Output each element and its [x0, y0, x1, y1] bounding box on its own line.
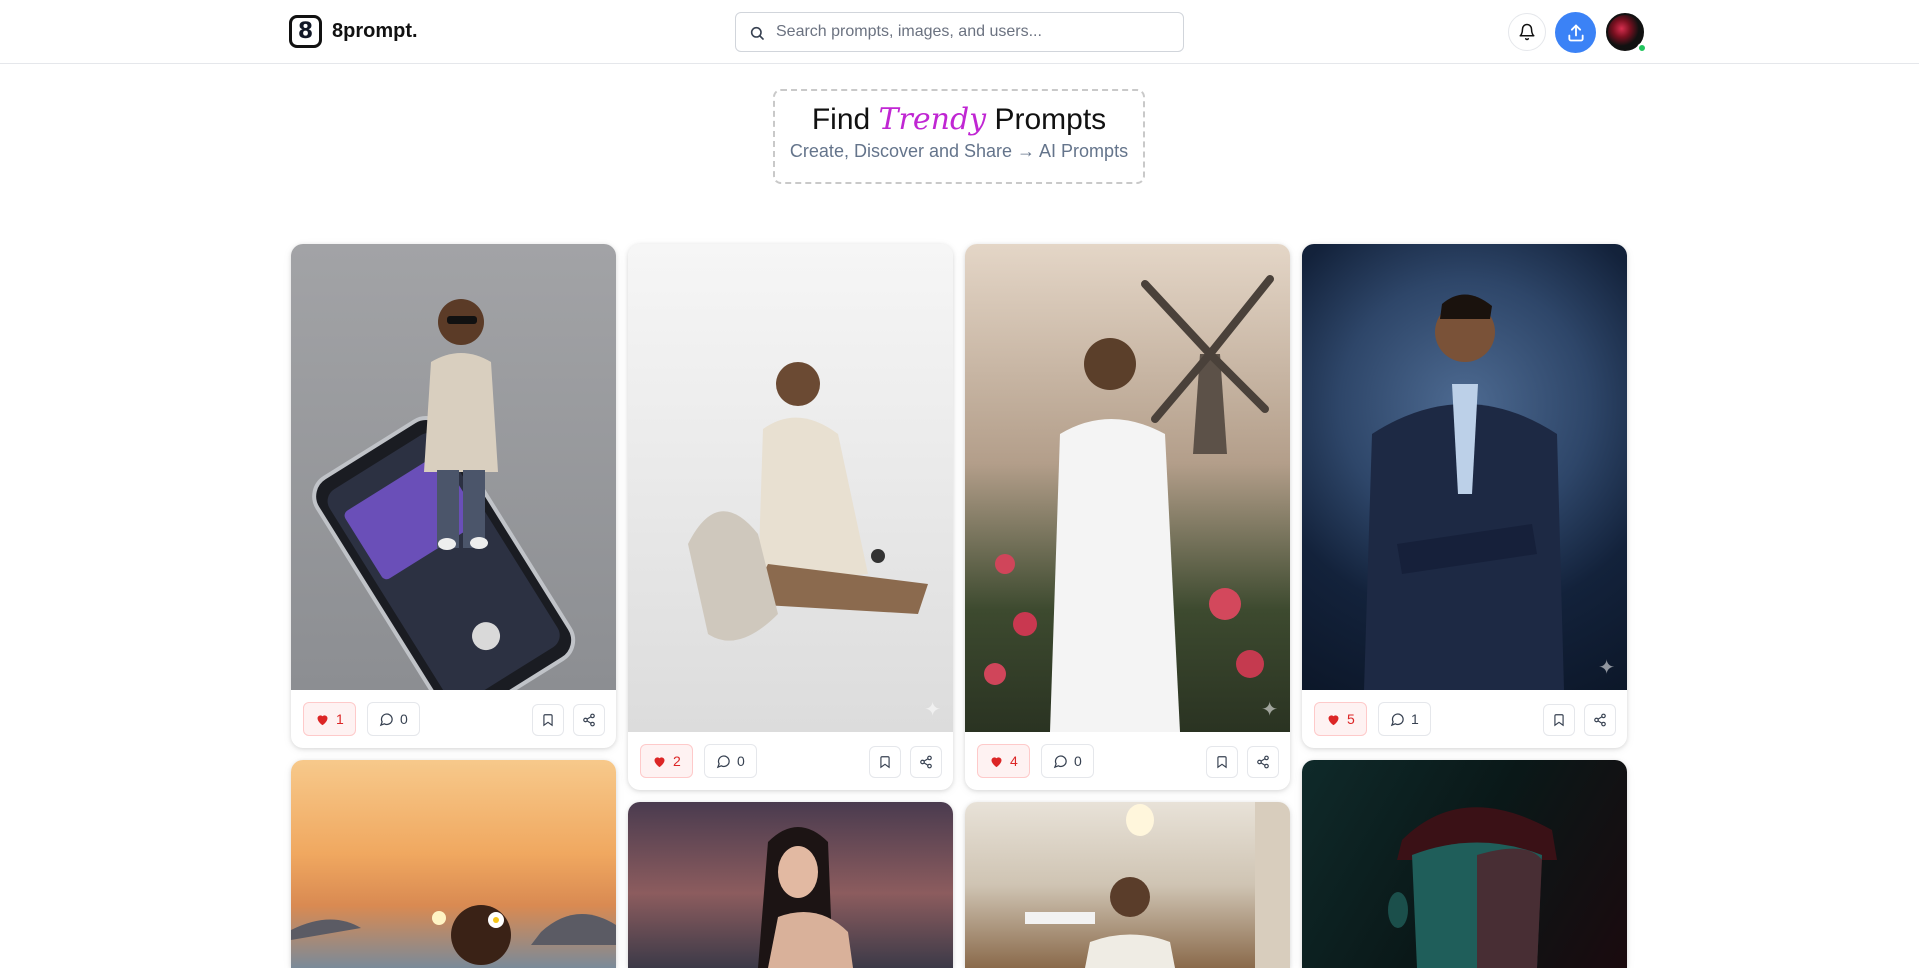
- sparkle-icon: ✦: [1261, 699, 1278, 721]
- prompt-image-art: [984, 275, 1274, 732]
- comment-icon: [716, 754, 730, 768]
- comment-icon: [379, 712, 393, 726]
- bookmark-icon: [1554, 714, 1564, 727]
- bookmark-icon: [880, 756, 890, 769]
- search-bar[interactable]: [735, 12, 1184, 52]
- prompt-image[interactable]: [291, 244, 616, 690]
- prompt-image-art: [312, 299, 576, 690]
- bookmark-icon: [1217, 756, 1227, 769]
- comment-icon: [1390, 712, 1404, 726]
- comment-count: 0: [1074, 753, 1082, 769]
- comment-button[interactable]: 1: [1378, 702, 1431, 736]
- prompt-card[interactable]: [1302, 760, 1627, 968]
- share-icon: [583, 713, 595, 727]
- heart-icon: [991, 756, 1002, 767]
- hero-title-before: Find: [811, 103, 871, 136]
- user-avatar[interactable]: [1606, 13, 1647, 53]
- card-actions: 1 0: [291, 690, 616, 748]
- share-button[interactable]: [1584, 704, 1616, 736]
- top-header: 8 8prompt.: [0, 0, 1919, 64]
- bookmark-button[interactable]: [532, 704, 564, 736]
- share-icon: [920, 755, 932, 769]
- heart-icon: [317, 714, 328, 725]
- prompt-image-art: [688, 362, 928, 641]
- comment-button[interactable]: 0: [367, 702, 420, 736]
- prompt-image[interactable]: ✦: [965, 244, 1290, 732]
- like-count: 5: [1347, 711, 1355, 727]
- bookmark-button[interactable]: [1206, 746, 1238, 778]
- heart-icon: [654, 756, 665, 767]
- prompt-image[interactable]: [1302, 760, 1627, 968]
- share-icon: [1594, 713, 1606, 727]
- bookmark-button[interactable]: [869, 746, 901, 778]
- prompt-image[interactable]: [291, 760, 616, 968]
- card-actions: 2 0: [628, 732, 953, 790]
- prompt-image[interactable]: [965, 802, 1290, 968]
- like-button[interactable]: 2: [640, 744, 693, 778]
- logo[interactable]: 8 8prompt.: [289, 15, 418, 48]
- comment-count: 0: [400, 711, 408, 727]
- like-count: 4: [1010, 753, 1018, 769]
- notifications-button[interactable]: [1508, 13, 1546, 51]
- hero-subtitle: Create, Discover and Share → AI Prompts: [789, 141, 1129, 161]
- prompt-image-art: [1388, 807, 1557, 968]
- prompt-image[interactable]: ✦: [628, 244, 953, 732]
- like-button[interactable]: 5: [1314, 702, 1367, 736]
- prompt-image-art: [758, 827, 853, 968]
- prompt-card[interactable]: ✦ 5 1: [1302, 244, 1627, 748]
- sparkle-icon: ✦: [924, 699, 941, 721]
- bookmark-icon: [543, 714, 553, 727]
- prompt-image-art: [1364, 294, 1564, 690]
- hero-title-after: Prompts: [994, 103, 1107, 136]
- comment-count: 0: [737, 753, 745, 769]
- share-icon: [1257, 755, 1269, 769]
- online-status-dot: [1637, 43, 1647, 53]
- share-button[interactable]: [573, 704, 605, 736]
- like-count: 2: [673, 753, 681, 769]
- card-actions: 4 0: [965, 732, 1290, 790]
- prompt-image[interactable]: ✦: [1302, 244, 1627, 690]
- comment-count: 1: [1411, 711, 1419, 727]
- hero-title: Find Trendy Prompts: [775, 102, 1143, 137]
- comment-icon: [1053, 754, 1067, 768]
- prompt-image[interactable]: [628, 802, 953, 968]
- bell-icon: [1519, 23, 1535, 41]
- logo-text: 8prompt.: [332, 20, 418, 42]
- like-button[interactable]: 1: [303, 702, 356, 736]
- card-actions: 5 1: [1302, 690, 1627, 748]
- like-button[interactable]: 4: [977, 744, 1030, 778]
- prompt-image-art: [1025, 802, 1290, 968]
- heart-icon: [1328, 714, 1339, 725]
- share-button[interactable]: [910, 746, 942, 778]
- search-icon: [750, 26, 764, 40]
- hero-title-accent: Trendy: [878, 102, 987, 137]
- like-count: 1: [336, 711, 344, 727]
- upload-button[interactable]: [1555, 12, 1596, 53]
- sparkle-icon: ✦: [1598, 657, 1615, 679]
- hero-banner: Find Trendy Prompts Create, Discover and…: [773, 89, 1145, 184]
- prompt-card[interactable]: ✦ 4 0: [965, 244, 1290, 790]
- prompt-card[interactable]: [628, 802, 953, 968]
- prompt-card[interactable]: [291, 760, 616, 968]
- search-input[interactable]: [776, 23, 1183, 41]
- prompt-card[interactable]: ✦ 2 0: [628, 244, 953, 790]
- comment-button[interactable]: 0: [704, 744, 757, 778]
- prompt-card[interactable]: 1 0: [291, 244, 616, 748]
- share-button[interactable]: [1247, 746, 1279, 778]
- comment-button[interactable]: 0: [1041, 744, 1094, 778]
- prompt-image-art: [291, 905, 616, 965]
- bookmark-button[interactable]: [1543, 704, 1575, 736]
- prompt-card[interactable]: [965, 802, 1290, 968]
- logo-mark: 8: [289, 15, 322, 48]
- upload-icon: [1567, 24, 1584, 41]
